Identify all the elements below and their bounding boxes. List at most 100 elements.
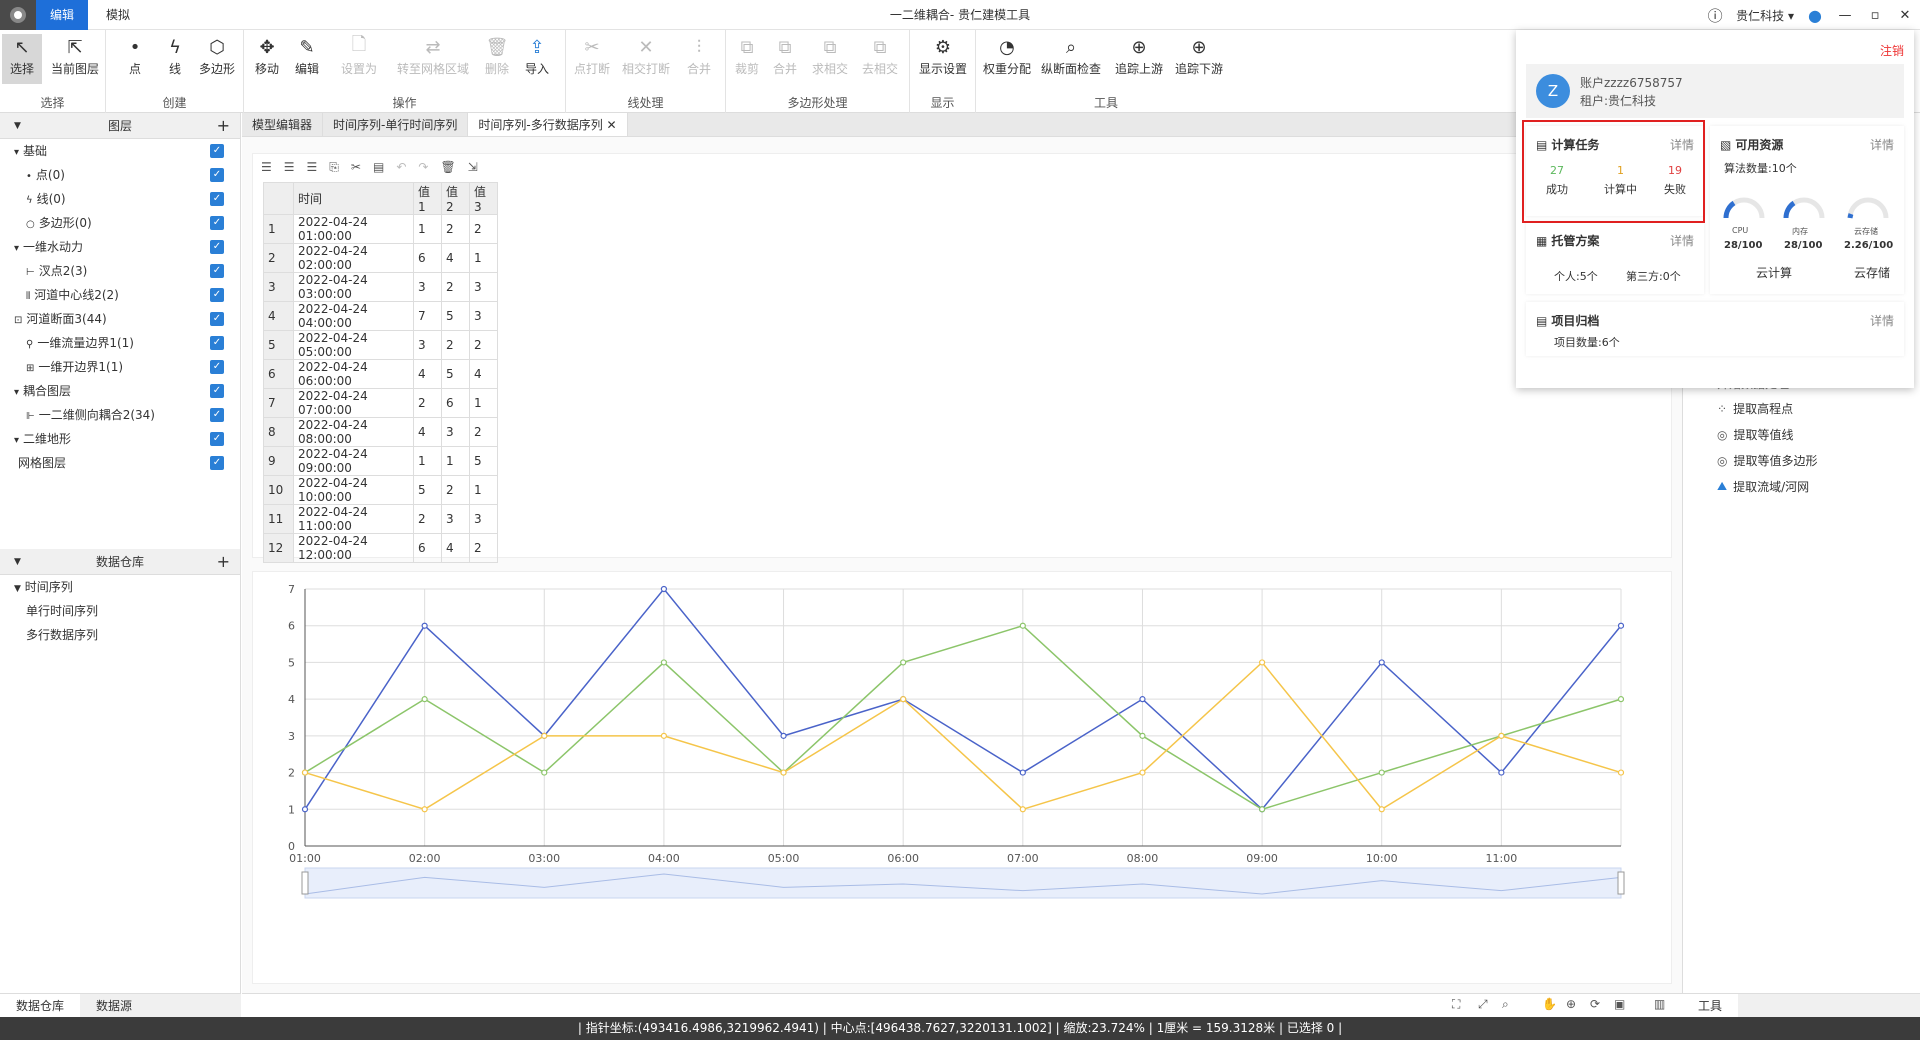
- refresh-icon[interactable]: ⟳: [1590, 997, 1600, 1011]
- table-row[interactable]: 2 2022-04-24 02:00:00 6 4 1: [263, 243, 498, 273]
- layout-icon[interactable]: ▥: [1654, 997, 1665, 1011]
- extract-contour-polygon-item[interactable]: ◎ 提取等值多边形: [1717, 452, 1818, 469]
- set-as-button[interactable]: 🗋 设置为: [334, 34, 384, 84]
- zoom-in-icon[interactable]: ⊕: [1566, 997, 1576, 1011]
- table-cell[interactable]: 6: [441, 388, 470, 418]
- layer-item[interactable]: ⊡ 河道断面3(44) ✓: [0, 307, 240, 331]
- table-cell[interactable]: 4: [413, 359, 442, 389]
- table-row[interactable]: 4 2022-04-24 04:00:00 7 5 3: [263, 301, 498, 331]
- merge-line-button[interactable]: ⫶ 合并: [682, 34, 716, 84]
- table-row[interactable]: 6 2022-04-24 06:00:00 4 5 4: [263, 359, 498, 389]
- table-cell[interactable]: 3: [441, 504, 470, 534]
- display-settings-button[interactable]: ⚙ 显示设置: [916, 34, 970, 84]
- tree-item-timeseries[interactable]: ▼ 时间序列: [0, 575, 240, 599]
- table-cell[interactable]: 10: [263, 475, 294, 505]
- table-cell[interactable]: 3: [413, 330, 442, 360]
- table-cell[interactable]: 8: [263, 417, 294, 447]
- info-icon[interactable]: ⓘ: [1700, 0, 1730, 30]
- zoom-icon[interactable]: ⌕: [1502, 997, 1509, 1012]
- visibility-checkbox[interactable]: ✓: [210, 360, 224, 374]
- add-layer-button[interactable]: +: [217, 113, 230, 139]
- table-cell[interactable]: 6: [413, 243, 442, 273]
- trace-upstream-button[interactable]: ⊕ 追踪上游: [1112, 34, 1166, 84]
- undo-icon[interactable]: ↶: [396, 160, 406, 178]
- export-icon[interactable]: ⇲: [468, 160, 478, 178]
- import-button[interactable]: ⇪ 导入: [520, 34, 554, 84]
- table-cell[interactable]: 2022-04-24 12:00:00: [293, 533, 414, 563]
- tree-item-multi-series[interactable]: 多行数据序列: [0, 623, 240, 647]
- doctab-single-series[interactable]: 时间序列-单行时间序列: [323, 113, 469, 136]
- table-cell[interactable]: 3: [469, 504, 498, 534]
- merge-polygon-button[interactable]: ⧉ 合并: [768, 34, 802, 84]
- table-cell[interactable]: 9: [263, 446, 294, 476]
- weight-distribution-button[interactable]: ◔ 权重分配: [980, 34, 1034, 84]
- remove-intersect-button[interactable]: ⧉ 去相交: [858, 34, 902, 84]
- layer-item[interactable]: ϟ 线(0) ✓: [0, 187, 240, 211]
- pan-hand-icon[interactable]: ✋: [1542, 997, 1557, 1011]
- table-row[interactable]: 9 2022-04-24 09:00:00 1 1 5: [263, 446, 498, 476]
- cut-icon[interactable]: ✂: [351, 160, 361, 178]
- table-cell[interactable]: 2: [441, 214, 470, 244]
- table-cell[interactable]: 2: [263, 243, 294, 273]
- layer-item[interactable]: • 点(0) ✓: [0, 163, 240, 187]
- visibility-checkbox[interactable]: ✓: [210, 288, 224, 302]
- layer-item[interactable]: 网格图层 ✓: [0, 451, 240, 475]
- layer-item[interactable]: ▾ 一维水动力 ✓: [0, 235, 240, 259]
- visibility-checkbox[interactable]: ✓: [210, 240, 224, 254]
- visibility-checkbox[interactable]: ✓: [210, 216, 224, 230]
- clip-button[interactable]: ⧉ 裁剪: [730, 34, 764, 84]
- table-cell[interactable]: 1: [441, 446, 470, 476]
- visibility-checkbox[interactable]: ✓: [210, 192, 224, 206]
- table-cell[interactable]: 1: [413, 214, 442, 244]
- add-data-button[interactable]: +: [217, 549, 230, 575]
- append-row-icon[interactable]: ☰: [284, 160, 295, 178]
- delete-button[interactable]: 🗑 删除: [482, 34, 512, 84]
- table-cell[interactable]: 1: [469, 243, 498, 273]
- table-cell[interactable]: 2022-04-24 06:00:00: [293, 359, 414, 389]
- move-button[interactable]: ✥ 移动: [250, 34, 284, 84]
- account-icon[interactable]: ●: [1800, 0, 1830, 30]
- layer-item[interactable]: ⚲ 一维流量边界1(1) ✓: [0, 331, 240, 355]
- redo-icon[interactable]: ↷: [418, 160, 428, 178]
- tree-item-single-series[interactable]: 单行时间序列: [0, 599, 240, 623]
- extract-watershed-item[interactable]: ⛰ 提取流域/河网: [1717, 478, 1809, 495]
- minimize-button[interactable]: —: [1830, 0, 1860, 30]
- trace-downstream-button[interactable]: ⊕ 追踪下游: [1172, 34, 1226, 84]
- layer-item[interactable]: ▾ 二维地形 ✓: [0, 427, 240, 451]
- column-header[interactable]: 时间: [293, 182, 414, 215]
- table-cell[interactable]: 6: [263, 359, 294, 389]
- table-cell[interactable]: 2022-04-24 02:00:00: [293, 243, 414, 273]
- profile-check-button[interactable]: ⌕ 纵断面检查: [1038, 34, 1104, 84]
- table-cell[interactable]: 3: [263, 272, 294, 302]
- find-intersect-button[interactable]: ⧉ 求相交: [808, 34, 852, 84]
- table-cell[interactable]: 2022-04-24 03:00:00: [293, 272, 414, 302]
- doctab-multi-series[interactable]: 时间序列-多行数据序列 ✕: [468, 113, 628, 136]
- extract-contour-item[interactable]: ◎ 提取等值线: [1717, 426, 1794, 443]
- table-cell[interactable]: 3: [441, 417, 470, 447]
- table-cell[interactable]: 1: [469, 475, 498, 505]
- visibility-checkbox[interactable]: ✓: [210, 168, 224, 182]
- table-cell[interactable]: 7: [413, 301, 442, 331]
- table-cell[interactable]: 2: [469, 330, 498, 360]
- table-cell[interactable]: 2: [413, 504, 442, 534]
- point-button[interactable]: • 点: [120, 34, 150, 84]
- logout-link[interactable]: 注销: [1880, 42, 1904, 59]
- insert-row-icon[interactable]: ☰: [261, 160, 272, 178]
- table-cell[interactable]: 11: [263, 504, 294, 534]
- view-2d-icon[interactable]: ▣: [1614, 997, 1625, 1011]
- hosting-detail-link[interactable]: 详情: [1670, 232, 1694, 249]
- table-cell[interactable]: 2022-04-24 10:00:00: [293, 475, 414, 505]
- resources-detail-link[interactable]: 详情: [1870, 136, 1894, 153]
- layer-item[interactable]: ⊩ 一二维侧向耦合2(34) ✓: [0, 403, 240, 427]
- table-cell[interactable]: 2022-04-24 11:00:00: [293, 504, 414, 534]
- select-tool-button[interactable]: ↖ 选择: [2, 34, 42, 84]
- layer-item[interactable]: ⊢ 汊点2(3) ✓: [0, 259, 240, 283]
- column-header[interactable]: 值3: [469, 182, 498, 215]
- trash-icon[interactable]: 🗑: [440, 160, 455, 178]
- goto-mesh-button[interactable]: ⇄ 转至网格区域: [396, 34, 470, 84]
- table-cell[interactable]: 4: [441, 533, 470, 563]
- intersect-break-button[interactable]: ✕ 相交打断: [618, 34, 674, 84]
- table-cell[interactable]: 2: [441, 330, 470, 360]
- table-cell[interactable]: 2: [469, 417, 498, 447]
- table-cell[interactable]: 2022-04-24 05:00:00: [293, 330, 414, 360]
